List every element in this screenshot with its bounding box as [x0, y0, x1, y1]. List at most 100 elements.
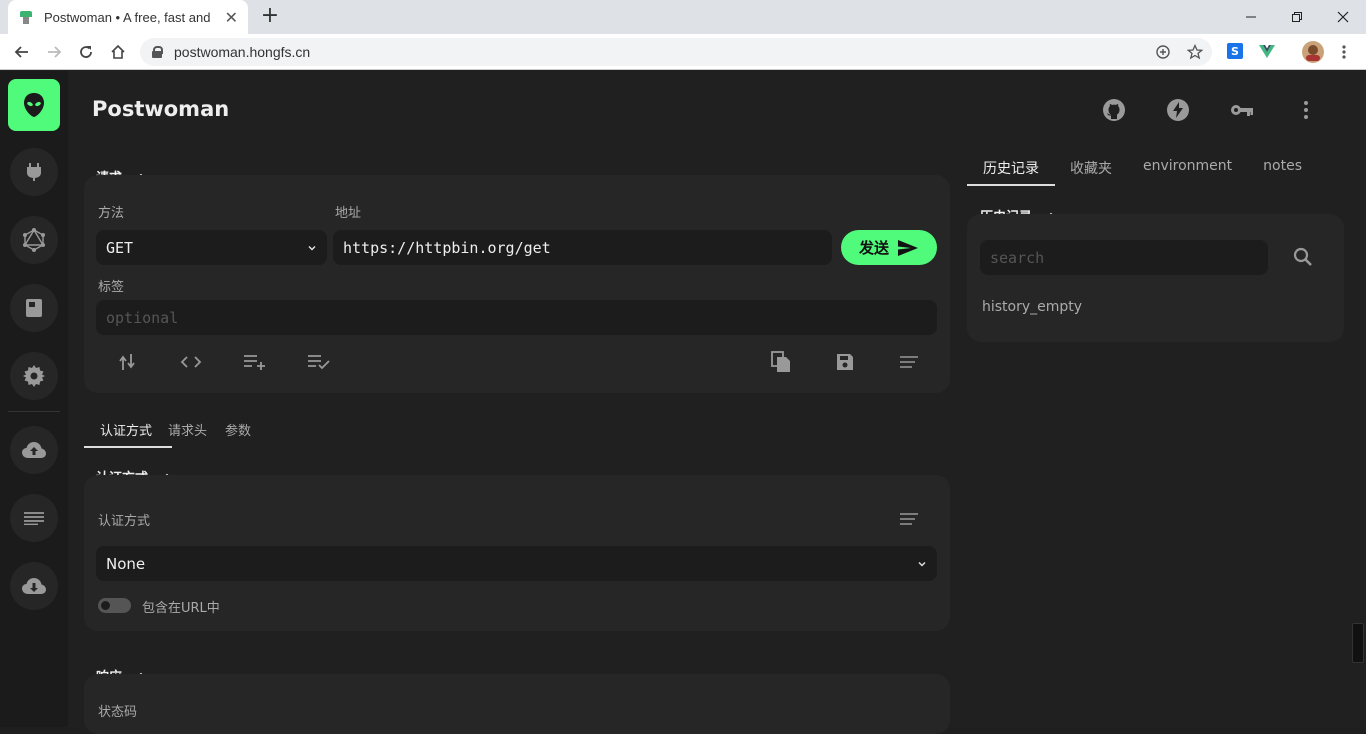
- github-icon: [1103, 99, 1125, 121]
- code-button[interactable]: [177, 348, 205, 376]
- lock-icon: [152, 46, 163, 58]
- lightning-icon: [1167, 99, 1189, 121]
- history-card: [967, 214, 1344, 342]
- list-icon: [24, 512, 44, 525]
- forward-button[interactable]: [42, 40, 66, 64]
- restore-button[interactable]: [1274, 0, 1320, 34]
- sidebar-divider: [8, 411, 60, 412]
- extension-s-icon: S: [1227, 43, 1243, 59]
- svg-text:S: S: [1231, 45, 1239, 58]
- copy-icon: [771, 351, 790, 372]
- save-button[interactable]: [831, 348, 859, 376]
- star-icon: [1187, 44, 1203, 60]
- tab-params[interactable]: 参数: [225, 420, 251, 451]
- tab-headers[interactable]: 请求头: [168, 420, 207, 451]
- cloud-download-icon: [22, 578, 46, 594]
- plug-icon: [27, 163, 41, 181]
- browser-tab-title: Postwoman • A free, fast and b: [44, 9, 214, 25]
- avatar-icon: [1302, 41, 1324, 63]
- postwoman-favicon-icon: [18, 9, 34, 25]
- graphql-icon: [23, 228, 45, 252]
- auth-type-select[interactable]: None: [96, 546, 937, 581]
- tab-environment[interactable]: environment: [1143, 158, 1232, 190]
- browser-toolbar: postwoman.hongfs.cn S: [0, 34, 1366, 70]
- include-in-url-toggle[interactable]: [98, 598, 131, 613]
- browser-tabstrip: Postwoman • A free, fast and b ✕ +: [0, 0, 1366, 34]
- reload-icon: [80, 46, 92, 58]
- tab-collections[interactable]: 收藏夹: [1070, 158, 1112, 190]
- back-button[interactable]: [10, 40, 34, 64]
- url-value: https://httpbin.org/get: [343, 238, 551, 257]
- url-input[interactable]: https://httpbin.org/get: [333, 230, 832, 265]
- clear-button[interactable]: [895, 348, 923, 376]
- copy-button[interactable]: [767, 348, 795, 376]
- reload-button[interactable]: [74, 40, 98, 64]
- history-search-input[interactable]: search: [980, 240, 1268, 275]
- add-circle-icon: [1156, 45, 1170, 59]
- extension-vue-button[interactable]: [1258, 42, 1278, 62]
- chevron-down-icon: [308, 245, 316, 251]
- tab-notes[interactable]: notes: [1263, 158, 1302, 190]
- request-label-input[interactable]: optional: [96, 300, 937, 335]
- sidebar-item-export[interactable]: [10, 562, 58, 610]
- history-search-placeholder: search: [990, 248, 1045, 267]
- install-app-button[interactable]: [1153, 42, 1173, 62]
- more-vert-icon: [1342, 45, 1346, 59]
- address-bar[interactable]: postwoman.hongfs.cn: [140, 38, 1212, 66]
- swap-button[interactable]: [113, 348, 141, 376]
- github-button[interactable]: [1101, 97, 1127, 123]
- close-icon: [1337, 11, 1349, 23]
- history-search-button[interactable]: [1289, 243, 1317, 271]
- sidebar-item-graphql[interactable]: [10, 216, 58, 264]
- auth-type-value: None: [106, 554, 146, 573]
- include-in-url-label: 包含在URL中: [142, 601, 220, 616]
- app-root: Postwoman 请求 方法 GET 地址 https://httpbin.o…: [0, 71, 1366, 734]
- page-scrollbar-thumb[interactable]: [1352, 623, 1364, 663]
- minimize-icon: [1246, 16, 1256, 18]
- response-card: [84, 674, 950, 734]
- send-button[interactable]: 发送: [841, 230, 937, 265]
- chevron-down-icon: [918, 561, 926, 567]
- minimize-button[interactable]: [1228, 0, 1274, 34]
- home-button[interactable]: [106, 40, 130, 64]
- sidebar-item-history[interactable]: [10, 494, 58, 542]
- profile-avatar[interactable]: [1301, 40, 1325, 64]
- right-active-tab-indicator: [967, 184, 1055, 186]
- clear-all-icon: [900, 356, 918, 368]
- app-brand[interactable]: Postwoman: [92, 97, 229, 121]
- arrow-left-icon: [14, 46, 28, 58]
- cloud-upload-icon: [22, 442, 46, 458]
- lightning-button[interactable]: [1165, 97, 1191, 123]
- sidebar-item-settings[interactable]: [10, 352, 58, 400]
- extension-vue-icon: [1259, 45, 1275, 58]
- browser-menu-button[interactable]: [1334, 42, 1354, 62]
- sidebar-item-import[interactable]: [10, 426, 58, 474]
- auth-type-label: 认证方式: [98, 514, 151, 529]
- sidebar-item-docs[interactable]: [10, 284, 58, 332]
- close-window-button[interactable]: [1320, 0, 1366, 34]
- search-icon: [1293, 247, 1312, 266]
- alien-icon: [24, 93, 44, 117]
- sidebar-item-rest[interactable]: [10, 148, 58, 196]
- more-menu-button[interactable]: [1293, 97, 1319, 123]
- browser-tab[interactable]: Postwoman • A free, fast and b ✕: [8, 0, 248, 34]
- url-label: 地址: [335, 206, 362, 221]
- logo-button[interactable]: [8, 79, 60, 131]
- clear-all-icon: [900, 513, 918, 525]
- key-button[interactable]: [1229, 97, 1255, 123]
- playlist-check-icon: [308, 355, 330, 370]
- settings-icon: [23, 365, 45, 387]
- send-icon: [898, 239, 918, 256]
- bookmark-button[interactable]: [1185, 42, 1205, 62]
- playlist-check-button[interactable]: [305, 348, 333, 376]
- playlist-add-button[interactable]: [241, 348, 269, 376]
- swap-vert-icon: [119, 354, 135, 370]
- extension-s-button[interactable]: S: [1226, 42, 1246, 62]
- tab-close-icon[interactable]: ✕: [225, 8, 238, 27]
- book-icon: [26, 299, 42, 317]
- new-tab-button[interactable]: +: [258, 5, 282, 29]
- save-icon: [837, 354, 853, 370]
- method-select[interactable]: GET: [96, 230, 327, 265]
- active-tab-indicator: [84, 446, 172, 448]
- auth-clear-button[interactable]: [895, 505, 923, 533]
